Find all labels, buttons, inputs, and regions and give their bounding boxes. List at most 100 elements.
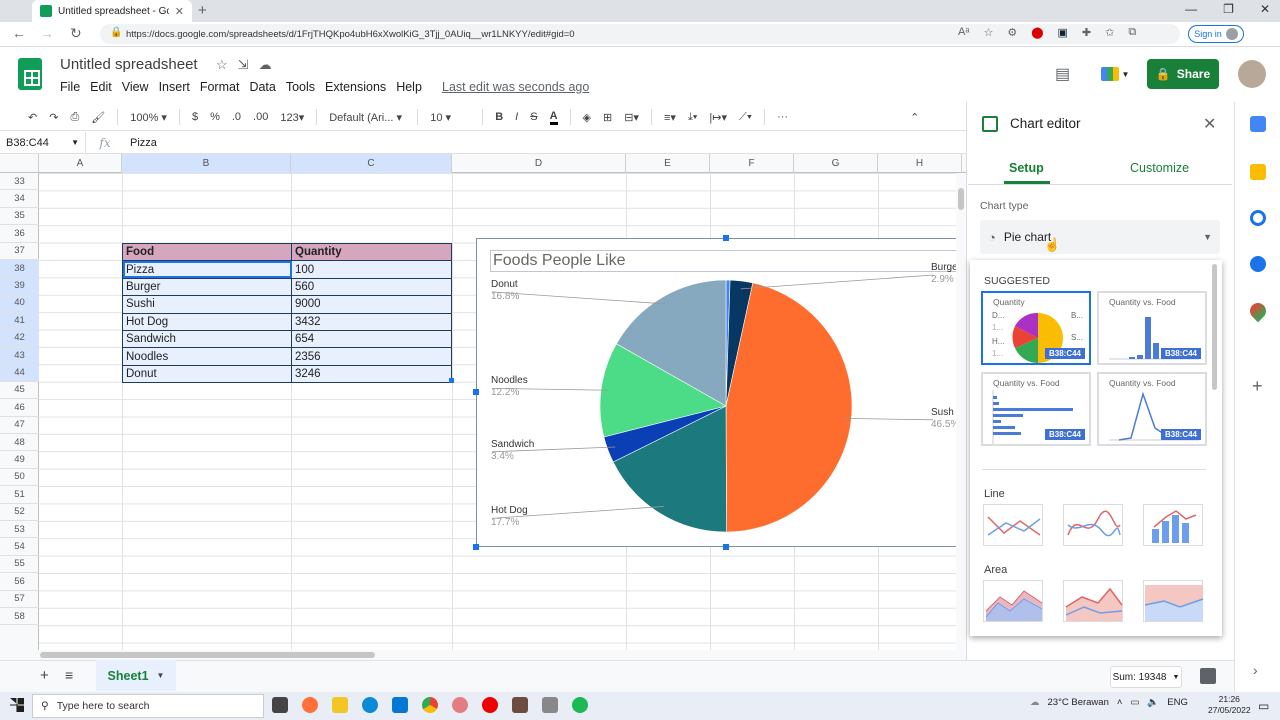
- row-header[interactable]: 38: [0, 260, 39, 278]
- close-icon[interactable]: ✕: [1203, 114, 1216, 134]
- system-clock[interactable]: 21:26 27/05/2022: [1208, 694, 1251, 716]
- meet-button[interactable]: ▼: [1094, 61, 1136, 87]
- language-icon[interactable]: ENG: [1167, 697, 1188, 708]
- row-header[interactable]: 44: [0, 364, 39, 382]
- resize-handle-bottom[interactable]: [723, 544, 729, 550]
- spotify-icon[interactable]: [572, 697, 588, 713]
- reload-icon[interactable]: ↻: [70, 25, 82, 42]
- column-header-e[interactable]: E: [626, 154, 710, 173]
- paint-format-icon[interactable]: 🖌: [91, 111, 105, 124]
- column-header-a[interactable]: A: [39, 154, 122, 173]
- column-header-g[interactable]: G: [794, 154, 878, 173]
- pie-label[interactable]: Sandwich 3.4%: [491, 439, 534, 463]
- cell-food[interactable]: Hot Dog: [122, 312, 292, 331]
- cell-food[interactable]: Burger: [122, 277, 292, 297]
- resize-handle-bottom-left[interactable]: [473, 544, 479, 550]
- horizontal-align-icon[interactable]: ≡▾: [664, 111, 676, 124]
- suggested-bar-chart[interactable]: Quantity vs. Food B38:C44: [981, 372, 1091, 446]
- name-box[interactable]: B38:C44 ▼: [0, 131, 86, 154]
- fill-color-icon[interactable]: ◈: [583, 111, 591, 124]
- column-header-c[interactable]: C: [291, 154, 452, 173]
- font-select[interactable]: Default (Ari... ▾: [329, 111, 405, 124]
- share-button[interactable]: 🔒 Share: [1147, 59, 1219, 89]
- bookmark-star-icon[interactable]: ☆: [983, 26, 993, 39]
- restore-icon[interactable]: ❐: [1223, 2, 1234, 16]
- row-header[interactable]: 35: [0, 208, 39, 226]
- cell-food[interactable]: Sandwich: [122, 329, 292, 349]
- row-header[interactable]: 49: [0, 451, 39, 469]
- row-header[interactable]: 56: [0, 573, 39, 591]
- cell-food[interactable]: Sushi: [122, 295, 292, 314]
- app-icon[interactable]: [542, 697, 558, 713]
- chrome-icon[interactable]: [422, 697, 438, 713]
- collapse-menus-icon[interactable]: ⌃: [910, 111, 919, 124]
- cell-quantity[interactable]: 2356: [291, 347, 452, 366]
- row-header[interactable]: 52: [0, 504, 39, 521]
- move-folder-icon[interactable]: ⇲: [238, 57, 249, 73]
- puzzle-icon[interactable]: ✚: [1082, 26, 1091, 39]
- menu-format[interactable]: Format: [200, 80, 240, 94]
- menu-edit[interactable]: Edit: [90, 80, 112, 94]
- borders-icon[interactable]: ⊞: [603, 111, 612, 124]
- new-tab-icon[interactable]: +: [198, 2, 207, 19]
- firefox-icon[interactable]: [302, 697, 318, 713]
- opera-icon[interactable]: ⬤: [1031, 26, 1043, 39]
- currency-button[interactable]: $: [192, 111, 198, 123]
- strikethrough-button[interactable]: S: [530, 111, 537, 123]
- browser-tab[interactable]: Untitled spreadsheet - Google S ✕: [32, 0, 192, 22]
- back-icon[interactable]: ←: [12, 25, 26, 41]
- weather-text[interactable]: 23°C Berawan: [1048, 697, 1109, 708]
- header-food[interactable]: Food: [122, 242, 292, 262]
- row-header[interactable]: 53: [0, 521, 39, 539]
- sum-indicator[interactable]: Sum: 19348 ▼: [1110, 666, 1182, 688]
- read-aloud-icon[interactable]: Aᵃ: [958, 26, 969, 39]
- contacts-icon[interactable]: [1250, 256, 1266, 272]
- undo-icon[interactable]: ↶: [28, 111, 37, 124]
- redo-icon[interactable]: ↷: [49, 111, 58, 124]
- minecraft-icon[interactable]: [512, 697, 528, 713]
- resize-handle-left[interactable]: [473, 389, 479, 395]
- task-view-icon[interactable]: [272, 697, 288, 713]
- pie-chart[interactable]: [476, 238, 961, 547]
- font-size-select[interactable]: 10 ▾: [430, 111, 470, 124]
- cell-food[interactable]: Donut: [122, 364, 292, 384]
- tasks-icon[interactable]: [1250, 210, 1266, 226]
- dropdown-scroll-thumb[interactable]: [1212, 264, 1217, 390]
- tray-arrow-icon[interactable]: ˄: [1117, 697, 1123, 708]
- row-header[interactable]: 54: [0, 538, 39, 556]
- explore-icon[interactable]: [1200, 668, 1216, 684]
- row-header[interactable]: 57: [0, 591, 39, 608]
- fill-handle[interactable]: [449, 378, 454, 383]
- pie-label[interactable]: Burge 2.9%: [931, 262, 958, 286]
- calendar-icon[interactable]: [1250, 116, 1266, 132]
- star-icon[interactable]: ☆: [216, 57, 228, 73]
- document-title[interactable]: Untitled spreadsheet: [60, 56, 198, 73]
- tab-customize[interactable]: Customize: [1130, 161, 1189, 175]
- app-icon[interactable]: [452, 697, 468, 713]
- close-window-icon[interactable]: ✕: [1260, 2, 1270, 16]
- file-explorer-icon[interactable]: [332, 697, 348, 713]
- comments-icon[interactable]: ▤: [1055, 64, 1070, 84]
- favorites-icon[interactable]: ✩: [1105, 26, 1114, 39]
- suggested-pie-chart[interactable]: Quantity D... 1... H... 1... B... S... B…: [981, 291, 1091, 365]
- column-header-b[interactable]: B: [122, 154, 291, 173]
- close-tab-icon[interactable]: ✕: [175, 5, 184, 18]
- menu-help[interactable]: Help: [396, 80, 422, 94]
- increase-decimal-button[interactable]: .00: [253, 111, 268, 123]
- row-header[interactable]: 48: [0, 434, 39, 452]
- vertical-scrollbar[interactable]: [956, 173, 966, 653]
- header-quantity[interactable]: Quantity: [291, 242, 452, 262]
- taskbar-search[interactable]: ⚲ Type here to search: [32, 694, 264, 718]
- percent-button[interactable]: %: [210, 111, 220, 123]
- tab-setup[interactable]: Setup: [1009, 161, 1044, 175]
- sign-in-button[interactable]: Sign in: [1188, 25, 1244, 43]
- vertical-scroll-thumb[interactable]: [958, 188, 964, 210]
- volume-icon[interactable]: 🔈: [1147, 697, 1159, 708]
- last-edit-link[interactable]: Last edit was seconds ago: [442, 80, 589, 94]
- row-header[interactable]: 43: [0, 347, 39, 365]
- decrease-decimal-button[interactable]: .0: [232, 111, 241, 123]
- cloud-status-icon[interactable]: ☁: [259, 57, 272, 73]
- all-sheets-icon[interactable]: ≡: [65, 667, 73, 683]
- chart-title[interactable]: Foods People Like: [490, 250, 960, 272]
- formula-input[interactable]: Pizza: [124, 137, 157, 149]
